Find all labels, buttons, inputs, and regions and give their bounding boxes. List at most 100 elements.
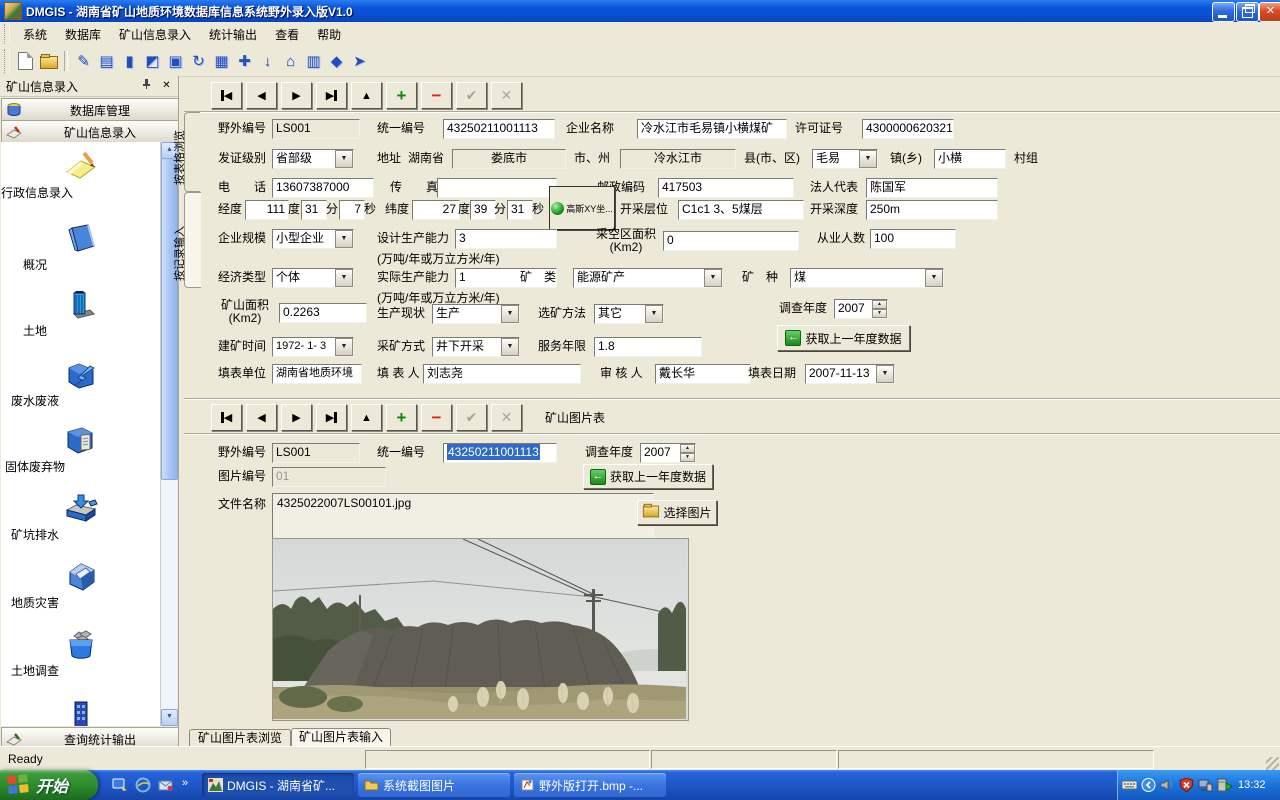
taskbar-window-folder[interactable]: 系统截图图片 (358, 773, 510, 797)
econ-combo[interactable]: 个体▼ (272, 268, 354, 288)
scroll-thumb[interactable] (161, 158, 178, 480)
auditor-input[interactable]: 戴长华 (655, 364, 751, 384)
fetch-prev-year-button[interactable]: ←获取上一年度数据 (777, 325, 910, 351)
close-button[interactable]: ✕ (1259, 2, 1280, 22)
pic-year-spinner[interactable]: 2007 ▲▼ (640, 443, 696, 463)
workers-input[interactable]: 100 (870, 229, 956, 249)
menu-help[interactable]: 帮助 (308, 23, 350, 46)
sidebar-group-database[interactable]: 数据库管理 (1, 98, 179, 122)
security-shield-icon[interactable] (1179, 778, 1194, 792)
minimize-button[interactable] (1212, 2, 1235, 22)
license-input[interactable]: 4300000620321 (862, 119, 954, 139)
file-name-box[interactable]: 4325022007LS00101.jpg (272, 493, 654, 539)
pic-nav-first-button[interactable]: ◀ (211, 404, 242, 431)
spin-up-icon[interactable]: ▲ (680, 444, 695, 453)
pic-nav-cancel-button[interactable]: ✕ (491, 404, 522, 431)
mine-kind-combo[interactable]: 煤▼ (790, 268, 944, 288)
sidebar-item-overview[interactable]: 概况 (1, 222, 161, 256)
nav-refresh-button[interactable]: ▲ (351, 82, 382, 109)
pic-nav-insert-button[interactable]: + (386, 404, 417, 431)
menu-database[interactable]: 数据库 (56, 23, 110, 46)
quick-launch-mail-icon[interactable] (158, 777, 174, 793)
design-cap-input[interactable]: 3 (455, 229, 557, 249)
sidebar-item-land[interactable]: 土地 (1, 288, 161, 322)
county-combo[interactable]: 毛易▼ (812, 149, 878, 169)
choose-picture-button[interactable]: 选择图片 (637, 500, 717, 525)
postcode-input[interactable]: 417503 (658, 178, 794, 198)
depth-input[interactable]: 250m (866, 200, 998, 220)
fax-input[interactable] (437, 178, 557, 198)
layer-input[interactable]: C1c1 3、5煤层 (678, 200, 804, 220)
sidebar-item-partial[interactable] (1, 698, 161, 726)
spin-down-icon[interactable]: ▼ (680, 453, 695, 462)
mine-class-combo[interactable]: 能源矿产▼ (573, 268, 723, 288)
tab-table-browse[interactable]: 按表格浏览 (184, 112, 200, 192)
pic-nav-refresh-button[interactable]: ▲ (351, 404, 382, 431)
chevron-down-icon[interactable]: ▼ (645, 305, 663, 323)
lat-sec-input[interactable]: 31 (507, 200, 533, 220)
pic-nav-last-button[interactable]: ▶ (316, 404, 347, 431)
menu-system[interactable]: 系统 (14, 23, 56, 46)
fill-date-combo[interactable]: 2007-11-13▼ (805, 364, 895, 384)
sidebar-item-land-survey[interactable]: 土地调查 (1, 628, 161, 662)
nav-last-button[interactable]: ▶ (316, 82, 347, 109)
pic-no-input[interactable]: 01 (272, 467, 386, 487)
menu-statistics-output[interactable]: 统计输出 (200, 23, 266, 46)
measure-icon[interactable]: ⌂ (279, 50, 302, 72)
chevron-down-icon[interactable]: ▼ (335, 150, 353, 168)
building-icon[interactable]: ▥ (302, 50, 325, 72)
sidebar-group-mine-entry[interactable]: 矿山信息录入 (1, 120, 179, 144)
sidebar-item-mine-drainage[interactable]: 矿坑排水 (1, 492, 161, 526)
geo-hazard-icon[interactable]: ✚ (233, 50, 256, 72)
restore-button[interactable] (1236, 2, 1259, 22)
nav-first-button[interactable]: ◀ (211, 82, 242, 109)
method-combo[interactable]: 井下开采▼ (432, 337, 520, 357)
nav-post-button[interactable]: ✔ (456, 82, 487, 109)
enterprise-input[interactable]: 冷水江市毛易镇小横煤矿 (637, 119, 787, 139)
quick-launch-overflow-icon[interactable]: » (182, 777, 188, 789)
language-bar-icon[interactable] (1141, 778, 1156, 792)
land-icon[interactable]: ▮ (118, 50, 141, 72)
survey-year-spinner[interactable]: 2007 ▲▼ (834, 299, 888, 319)
cert-level-combo[interactable]: 省部级▼ (272, 149, 354, 169)
pic-fetch-prev-year-button[interactable]: ←获取上一年度数据 (583, 464, 713, 489)
nav-insert-button[interactable]: + (386, 82, 417, 109)
goaf-input[interactable]: 0 (663, 231, 799, 251)
spin-up-icon[interactable]: ▲ (872, 300, 887, 309)
network-tray-icon[interactable] (1198, 778, 1213, 792)
lon-min-input[interactable]: 31 (301, 200, 327, 220)
built-combo[interactable]: 1972- 1- 3▼ (272, 337, 354, 357)
scale-combo[interactable]: 小型企业▼ (272, 229, 354, 249)
pic-nav-next-button[interactable]: ▶ (281, 404, 312, 431)
pic-nav-post-button[interactable]: ✔ (456, 404, 487, 431)
export-icon[interactable]: ➤ (348, 50, 371, 72)
resize-grip[interactable] (1266, 757, 1279, 770)
edit-record-icon[interactable]: ✎ (72, 50, 95, 72)
tab-picture-browse[interactable]: 矿山图片表浏览 (189, 729, 291, 747)
menu-view[interactable]: 查看 (266, 23, 308, 46)
sidebar-item-wastewater[interactable]: 废水废液 (1, 358, 161, 392)
menu-mine-info-entry[interactable]: 矿山信息录入 (110, 23, 200, 46)
nav-cancel-button[interactable]: ✕ (491, 82, 522, 109)
lat-deg-input[interactable]: 27 (412, 200, 460, 220)
safely-remove-icon[interactable] (1217, 778, 1232, 792)
pic-unified-no-input[interactable]: 43250211001113 (443, 443, 557, 463)
volume-tray-icon[interactable] (1160, 778, 1175, 792)
spin-down-icon[interactable]: ▼ (872, 309, 887, 318)
chevron-down-icon[interactable]: ▼ (859, 150, 877, 168)
open-folder-icon[interactable] (37, 50, 60, 72)
mine-drainage-icon[interactable]: ▦ (210, 50, 233, 72)
benef-combo[interactable]: 其它▼ (594, 304, 664, 324)
chevron-down-icon[interactable]: ▼ (335, 338, 353, 356)
status-combo[interactable]: 生产▼ (432, 304, 520, 324)
keyboard-tray-icon[interactable] (1122, 778, 1137, 792)
sidebar-item-solid-waste[interactable]: 固体废弃物 (1, 424, 161, 458)
nav-prev-button[interactable]: ◀ (246, 82, 277, 109)
pump-icon[interactable]: ↓ (256, 50, 279, 72)
field-no-input[interactable]: LS001 (272, 119, 360, 139)
lon-deg-input[interactable]: 111 (245, 200, 289, 220)
sidebar-item-geo-hazard[interactable]: 地质灾害 (1, 560, 161, 594)
gauss-xy-button[interactable]: 高斯XY坐... (549, 186, 615, 230)
fill-unit-input[interactable]: 湖南省地质环境 (272, 364, 362, 384)
import-icon[interactable]: ◩ (141, 50, 164, 72)
